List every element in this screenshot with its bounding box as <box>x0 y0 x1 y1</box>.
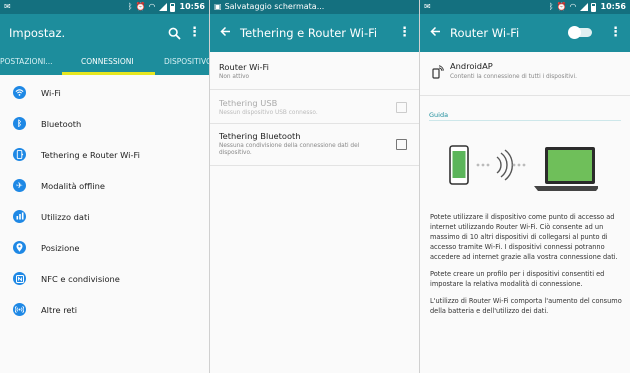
settings-screen: ✉ ᛒ ⏰ ◠ 10:56 Impostaz. ⋮ POSTAZIONI... … <box>0 0 209 373</box>
more-options-icon[interactable]: ⋮ <box>188 14 201 52</box>
clock: 10:56 <box>179 2 205 11</box>
hotspot-device-icon <box>432 64 444 83</box>
menu-item-bluetooth[interactable]: ᛒ Bluetooth <box>0 108 209 139</box>
notification-icon: ✉ <box>4 2 11 11</box>
bluetooth-tethering-checkbox[interactable] <box>396 139 407 150</box>
search-icon[interactable] <box>168 25 181 44</box>
menu-list: Wi-Fi ᛒ Bluetooth Tethering e Router Wi-… <box>0 75 209 325</box>
usb-tethering-checkbox[interactable] <box>396 102 407 113</box>
more-options-icon[interactable]: ⋮ <box>609 14 622 52</box>
guide-divider <box>429 120 621 121</box>
router-wifi-row[interactable]: Router Wi-Fi Non attivo <box>210 52 419 90</box>
guide-paragraph: L'utilizzo di Router Wi-Fi comporta l'au… <box>430 297 622 315</box>
status-bar: ✉ ᛒ ⏰ ◠ 10:56 <box>420 0 630 14</box>
tethering-icon <box>13 148 26 161</box>
nfc-icon <box>13 272 26 285</box>
router-wifi-screen: ✉ ᛒ ⏰ ◠ 10:56 Router Wi-Fi ⋮ AndroidAP C… <box>420 0 630 373</box>
menu-item-wifi[interactable]: Wi-Fi <box>0 77 209 108</box>
ap-subtitle: Contenti la connessione di tutti i dispo… <box>450 74 577 80</box>
guide-heading: Guida <box>429 111 449 119</box>
page-title: Router Wi-Fi <box>450 26 520 40</box>
menu-item-offline[interactable]: ✈ Modalità offline <box>0 170 209 201</box>
tab-bar: POSTAZIONI... CONNESSIONI DISPOSITIVO <box>0 52 209 75</box>
menu-item-label: Wi-Fi <box>41 87 61 98</box>
bluetooth-icon: ᛒ <box>13 117 26 130</box>
guide-text: Potete utilizzare il dispositivo come pu… <box>430 212 622 323</box>
tab-dispositivo[interactable]: DISPOSITIVO <box>164 52 209 72</box>
router-wifi-toggle[interactable] <box>568 26 592 39</box>
tethering-screen: ▣ Salvataggio schermata... Tethering e R… <box>210 0 419 373</box>
wifi-status-icon: ◠ <box>569 2 577 11</box>
back-arrow-icon[interactable] <box>210 26 240 41</box>
more-networks-icon <box>13 303 26 316</box>
app-bar: Impostaz. ⋮ <box>0 14 209 52</box>
tab-connessioni[interactable]: CONNESSIONI <box>81 52 134 72</box>
row-title: Tethering USB <box>219 98 278 108</box>
clock: 10:56 <box>600 2 626 11</box>
app-bar: Tethering e Router Wi-Fi ⋮ <box>210 14 419 52</box>
guide-paragraph: Potete utilizzare il dispositivo come pu… <box>430 213 618 261</box>
laptop-illustration <box>534 147 598 191</box>
menu-item-label: NFC e condivisione <box>41 273 120 284</box>
menu-item-tethering[interactable]: Tethering e Router Wi-Fi <box>0 139 209 170</box>
alarm-icon: ⏰ <box>556 2 567 11</box>
screenshot-icon: ▣ <box>214 2 222 11</box>
menu-item-label: Altre reti <box>41 304 78 315</box>
tab-indicator <box>62 72 155 75</box>
menu-item-other-networks[interactable]: Altre reti <box>0 294 209 325</box>
menu-item-label: Utilizzo dati <box>41 211 90 222</box>
signal-icon <box>158 3 167 11</box>
tethering-illustration <box>449 145 598 191</box>
location-icon <box>13 241 26 254</box>
menu-item-label: Tethering e Router Wi-Fi <box>41 149 140 160</box>
row-subtitle: Non attivo <box>219 74 250 80</box>
page-title: Impostaz. <box>9 26 66 40</box>
row-subtitle: Nessuna condivisione della connessione d… <box>219 143 360 156</box>
alarm-icon: ⏰ <box>135 2 146 11</box>
guide-paragraph: Potete creare un profilo per i dispositi… <box>430 270 605 288</box>
menu-item-location[interactable]: Posizione <box>0 232 209 263</box>
menu-item-label: Bluetooth <box>41 118 82 129</box>
tab-postazioni[interactable]: POSTAZIONI... <box>0 52 53 72</box>
menu-item-label: Modalità offline <box>41 180 105 191</box>
status-bar: ▣ Salvataggio schermata... <box>210 0 419 14</box>
menu-item-nfc[interactable]: NFC e condivisione <box>0 263 209 294</box>
wifi-status-icon: ◠ <box>148 2 156 11</box>
more-options-icon[interactable]: ⋮ <box>398 14 411 52</box>
row-title: Router Wi-Fi <box>219 62 269 72</box>
tethering-usb-row[interactable]: Tethering USB Nessun dispositivo USB con… <box>210 90 419 124</box>
toggle-knob <box>568 26 581 39</box>
status-bar: ✉ ᛒ ⏰ ◠ 10:56 <box>0 0 209 14</box>
ap-name: AndroidAP <box>450 61 493 71</box>
notification-icon: ✉ <box>424 2 431 11</box>
page-title: Tethering e Router Wi-Fi <box>240 26 378 40</box>
app-bar: Router Wi-Fi ⋮ <box>420 14 630 52</box>
signal-icon <box>579 3 588 11</box>
menu-item-data-usage[interactable]: Utilizzo dati <box>0 201 209 232</box>
tethering-bluetooth-row[interactable]: Tethering Bluetooth Nessuna condivisione… <box>210 124 419 166</box>
menu-item-label: Posizione <box>41 242 80 253</box>
back-arrow-icon[interactable] <box>420 26 450 41</box>
data-usage-icon <box>13 210 26 223</box>
wifi-icon <box>13 86 26 99</box>
battery-icon <box>169 2 175 12</box>
notification-text: Salvataggio schermata... <box>224 2 325 11</box>
bluetooth-status-icon: ᛒ <box>127 2 133 11</box>
row-title: Tethering Bluetooth <box>219 131 301 141</box>
bluetooth-status-icon: ᛒ <box>548 2 554 11</box>
phone-illustration <box>449 145 469 185</box>
battery-icon <box>590 2 596 12</box>
wifi-waves-illustration <box>476 149 526 181</box>
access-point-row[interactable]: AndroidAP Contenti la connessione di tut… <box>420 52 630 96</box>
airplane-icon: ✈ <box>13 179 26 192</box>
row-subtitle: Nessun dispositivo USB connesso. <box>219 110 318 116</box>
